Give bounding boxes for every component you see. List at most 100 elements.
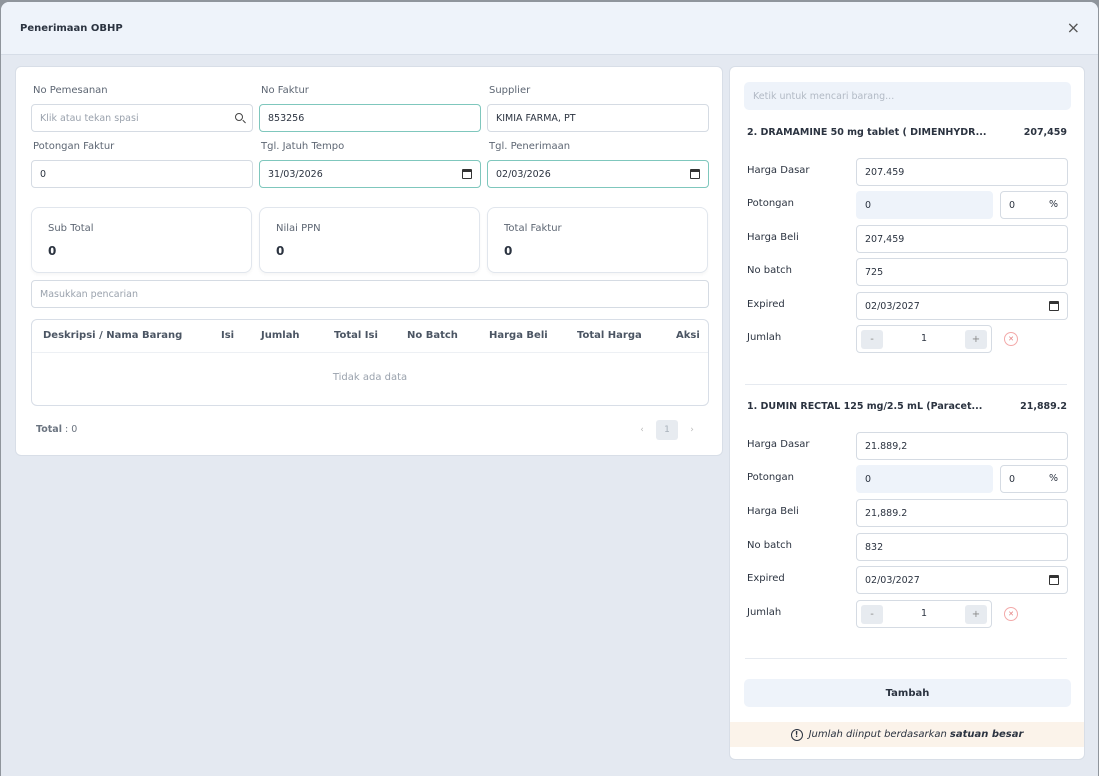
items-table: Deskripsi / Nama Barang Isi Jumlah Total… — [31, 319, 709, 406]
search-barang-placeholder: Ketik untuk mencari barang... — [753, 90, 895, 102]
harga-dasar-value: 21.889,2 — [865, 440, 908, 452]
th-jumlah: Jumlah — [261, 330, 300, 341]
no-batch-input[interactable]: 725 — [856, 258, 1068, 286]
expired-label: Expired — [747, 299, 785, 310]
decrement-button[interactable]: - — [861, 330, 883, 349]
no-pemesanan-label: No Pemesanan — [33, 85, 108, 96]
tgl-penerimaan-input[interactable]: 02/03/2026 — [487, 160, 709, 188]
no-batch-label: No batch — [747, 540, 793, 551]
search-icon[interactable] — [235, 113, 243, 121]
empty-state: Tidak ada data — [332, 372, 408, 383]
modal-title: Penerimaan OBHP — [20, 22, 123, 34]
supplier-input[interactable]: KIMIA FARMA, PT — [487, 104, 709, 132]
harga-dasar-input[interactable]: 207.459 — [856, 158, 1068, 186]
no-faktur-value: 853256 — [268, 112, 305, 124]
harga-beli-label: Harga Beli — [747, 232, 799, 243]
pagination-next[interactable]: › — [684, 420, 700, 440]
table-header-divider — [32, 352, 708, 353]
nilai-ppn-label: Nilai PPN — [276, 223, 321, 234]
search-input[interactable]: Masukkan pencarian — [31, 280, 709, 308]
decrement-button[interactable]: - — [861, 605, 883, 624]
harga-dasar-input[interactable]: 21.889,2 — [856, 432, 1068, 460]
trash-icon[interactable]: ✕ — [1004, 332, 1018, 346]
tgl-jatuh-tempo-input[interactable]: 31/03/2026 — [259, 160, 481, 188]
calendar-icon[interactable] — [1049, 575, 1059, 585]
expired-input[interactable]: 02/03/2027 — [856, 292, 1068, 320]
expired-label: Expired — [747, 573, 785, 584]
modal-dialog: Penerimaan OBHP × No Pemesanan Klik atau… — [1, 2, 1098, 776]
total-count: Total : 0 — [36, 424, 77, 435]
potongan-percent-value: 0 — [1009, 473, 1016, 485]
supplier-label: Supplier — [489, 85, 531, 96]
no-batch-value: 832 — [865, 541, 884, 553]
jumlah-label: Jumlah — [747, 332, 782, 343]
potongan-faktur-input[interactable]: 0 — [31, 160, 253, 188]
increment-button[interactable]: + — [965, 330, 987, 349]
info-icon: ! — [790, 728, 803, 741]
no-pemesanan-placeholder: Klik atau tekan spasi — [40, 112, 139, 124]
increment-button[interactable]: + — [965, 605, 987, 624]
search-barang-input[interactable]: Ketik untuk mencari barang... — [744, 82, 1071, 110]
sub-total-value: 0 — [48, 244, 57, 258]
th-aksi: Aksi — [676, 330, 700, 341]
calendar-icon[interactable] — [1049, 301, 1059, 311]
no-batch-input[interactable]: 832 — [856, 533, 1068, 561]
jumlah-label: Jumlah — [747, 607, 782, 618]
info-note: ! Jumlah diinput berdasarkan satuan besa… — [730, 722, 1084, 747]
note-bold: satuan besar — [949, 729, 1024, 740]
supplier-value: KIMIA FARMA, PT — [496, 112, 576, 124]
note-text: Jumlah diinput berdasarkan — [808, 729, 947, 740]
harga-beli-value: 21,889.2 — [865, 507, 908, 519]
item-title: 1. DUMIN RECTAL 125 mg/2.5 mL (Paracet..… — [747, 401, 983, 412]
potongan-percent-value: 0 — [1009, 199, 1016, 211]
potongan-input[interactable]: 0 — [856, 191, 993, 219]
jumlah-value: 1 — [920, 608, 928, 619]
expired-value: 02/03/2027 — [865, 300, 920, 312]
close-icon[interactable]: × — [1067, 20, 1080, 36]
potongan-input[interactable]: 0 — [856, 465, 993, 493]
no-pemesanan-input[interactable]: Klik atau tekan spasi — [31, 104, 253, 132]
calendar-icon[interactable] — [690, 169, 700, 179]
potongan-label: Potongan — [747, 198, 794, 209]
harga-dasar-label: Harga Dasar — [747, 439, 810, 450]
potongan-percent-input[interactable]: 0 % — [1000, 191, 1068, 219]
no-faktur-label: No Faktur — [261, 85, 309, 96]
tgl-jatuh-tempo-label: Tgl. Jatuh Tempo — [261, 141, 345, 152]
tgl-jatuh-tempo-value: 31/03/2026 — [268, 168, 323, 180]
trash-icon[interactable]: ✕ — [1004, 607, 1018, 621]
total-label: Total — [36, 424, 62, 435]
harga-dasar-label: Harga Dasar — [747, 165, 810, 176]
harga-dasar-value: 207.459 — [865, 166, 905, 178]
total-faktur-label: Total Faktur — [504, 223, 562, 234]
pagination-prev[interactable]: ‹ — [634, 420, 650, 440]
potongan-faktur-value: 0 — [40, 168, 47, 180]
nilai-ppn-card: Nilai PPN 0 — [259, 207, 480, 273]
th-no-batch: No Batch — [407, 330, 458, 341]
potongan-percent-input[interactable]: 0 % — [1000, 465, 1068, 493]
item-price: 207,459 — [1023, 127, 1067, 138]
harga-beli-input[interactable]: 21,889.2 — [856, 499, 1068, 527]
expired-input[interactable]: 02/03/2027 — [856, 566, 1068, 594]
calendar-icon[interactable] — [462, 169, 472, 179]
potongan-label: Potongan — [747, 472, 794, 483]
percent-sign: % — [1048, 473, 1058, 484]
no-faktur-input[interactable]: 853256 — [259, 104, 481, 132]
item-title: 2. DRAMAMINE 50 mg tablet ( DIMENHYDR... — [747, 127, 987, 138]
form-panel: No Pemesanan Klik atau tekan spasi No Fa… — [15, 66, 723, 456]
tgl-penerimaan-value: 02/03/2026 — [496, 168, 551, 180]
sub-total-label: Sub Total — [48, 223, 94, 234]
harga-beli-input[interactable]: 207,459 — [856, 225, 1068, 253]
jumlah-stepper[interactable]: - 1 + — [856, 600, 992, 628]
sub-total-card: Sub Total 0 — [31, 207, 252, 273]
potongan-faktur-label: Potongan Faktur — [33, 141, 115, 152]
item-price: 21,889.2 — [1020, 401, 1067, 412]
th-harga-beli: Harga Beli — [489, 330, 548, 341]
tambah-button[interactable]: Tambah — [744, 679, 1071, 707]
harga-beli-value: 207,459 — [865, 233, 905, 245]
pagination-page-1[interactable]: 1 — [656, 420, 678, 440]
percent-sign: % — [1048, 199, 1058, 210]
total-faktur-value: 0 — [504, 244, 513, 258]
item-separator — [745, 658, 1067, 659]
th-total-isi: Total Isi — [334, 330, 378, 341]
jumlah-stepper[interactable]: - 1 + — [856, 325, 992, 353]
